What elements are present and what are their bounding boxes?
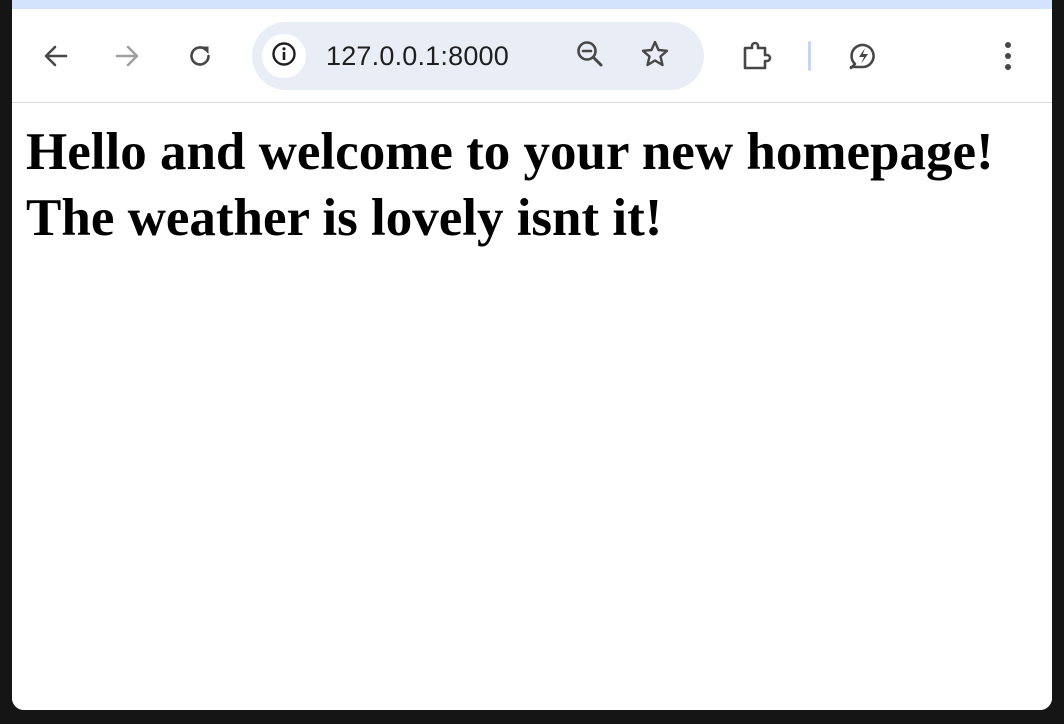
page-content: Hello and welcome to your new homepage! … bbox=[12, 103, 1052, 710]
toolbar-separator bbox=[808, 41, 811, 71]
reload-icon bbox=[186, 42, 214, 70]
reload-button[interactable] bbox=[180, 36, 220, 76]
zoom-button[interactable] bbox=[570, 36, 610, 76]
bookmark-button[interactable] bbox=[635, 36, 675, 76]
forward-arrow-icon bbox=[113, 42, 141, 70]
page-heading: Hello and welcome to your new homepage! … bbox=[26, 123, 994, 247]
star-icon bbox=[640, 39, 670, 74]
url-text[interactable]: 127.0.0.1:8000 bbox=[326, 40, 509, 72]
extensions-button[interactable] bbox=[737, 36, 777, 76]
tab-strip bbox=[12, 0, 1052, 9]
browser-toolbar: 127.0.0.1:8000 bbox=[12, 9, 1052, 102]
performance-button[interactable] bbox=[843, 36, 883, 76]
site-info-button[interactable] bbox=[262, 34, 306, 78]
energy-saver-icon bbox=[846, 39, 880, 73]
back-button[interactable] bbox=[36, 36, 76, 76]
forward-button[interactable] bbox=[107, 36, 147, 76]
zoom-out-icon bbox=[575, 39, 605, 74]
address-bar[interactable]: 127.0.0.1:8000 bbox=[252, 22, 704, 90]
menu-button[interactable] bbox=[988, 36, 1028, 76]
puzzle-icon bbox=[740, 39, 774, 73]
back-arrow-icon bbox=[42, 42, 70, 70]
info-icon bbox=[271, 41, 297, 72]
browser-window: 127.0.0.1:8000 Hello and welcome to your… bbox=[12, 0, 1052, 710]
kebab-menu-icon bbox=[1003, 40, 1013, 72]
